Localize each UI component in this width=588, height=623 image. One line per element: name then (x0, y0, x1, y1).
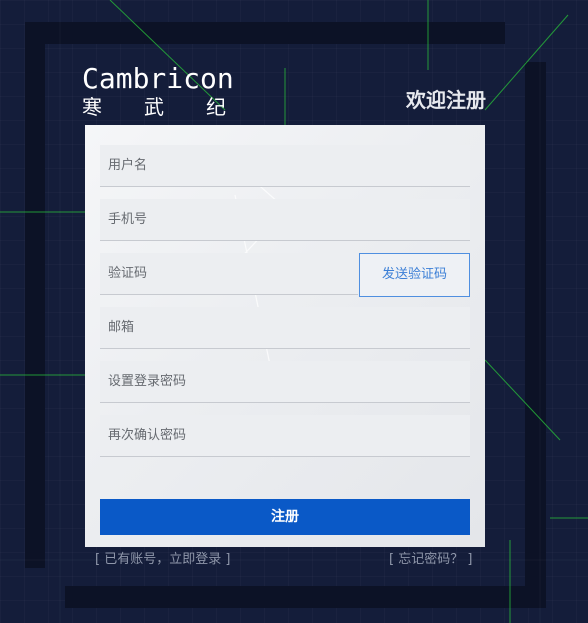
email-field[interactable] (100, 307, 470, 349)
logo-char: 纪 (206, 95, 226, 119)
phone-input[interactable] (100, 199, 470, 240)
login-link[interactable]: [ 已有账号，立即登录 ] (95, 551, 230, 569)
logo-chinese-name: 寒 武 纪 (82, 96, 226, 118)
username-input[interactable] (100, 145, 470, 186)
page-title: 欢迎注册 (406, 88, 486, 112)
circuit-line (484, 14, 569, 111)
confirm-password-field[interactable] (100, 415, 470, 457)
email-input[interactable] (100, 307, 470, 348)
code-field[interactable] (100, 253, 358, 295)
logo-wordmark: Cambricon (82, 62, 234, 95)
register-panel: 发送验证码 注册 (85, 125, 485, 547)
username-field[interactable] (100, 145, 470, 187)
register-button[interactable]: 注册 (100, 499, 470, 535)
verification-code-input[interactable] (100, 253, 358, 294)
circuit-line (484, 359, 561, 441)
confirm-password-input[interactable] (100, 415, 470, 456)
password-input[interactable] (100, 361, 470, 402)
phone-field[interactable] (100, 199, 470, 241)
logo-char: 寒 (82, 95, 102, 119)
send-code-button[interactable]: 发送验证码 (359, 253, 470, 297)
forgot-password-link[interactable]: [ 忘记密码？ ] (389, 551, 472, 569)
cambricon-logo: Cambricon 寒 武 纪 (82, 62, 234, 119)
logo-char: 武 (144, 95, 164, 119)
password-field[interactable] (100, 361, 470, 403)
